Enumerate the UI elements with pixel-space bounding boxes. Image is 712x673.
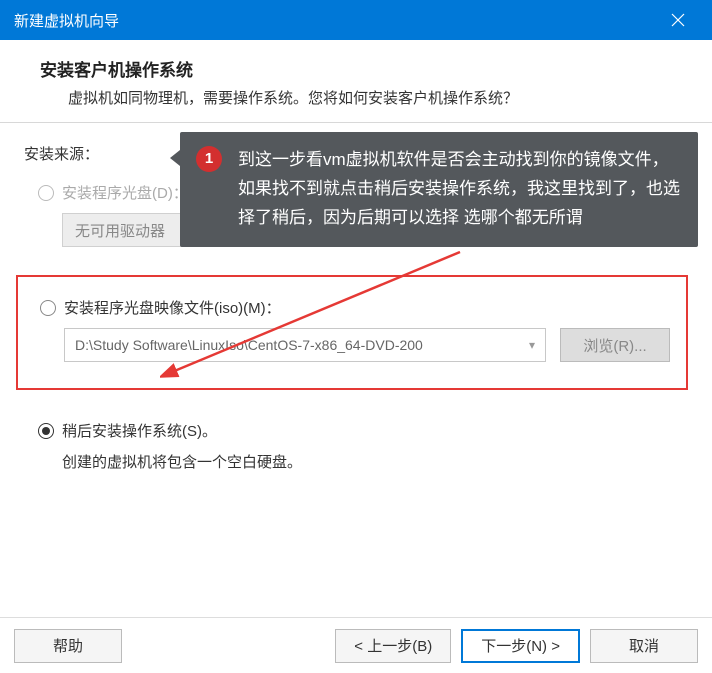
- iso-path-dropdown[interactable]: D:\Study Software\LinuxIso\CentOS-7-x86_…: [64, 328, 546, 362]
- close-button[interactable]: [658, 0, 698, 40]
- radio-later[interactable]: 稍后安装操作系统(S)。: [38, 420, 688, 441]
- radio-disc-label: 安装程序光盘(D)：: [62, 182, 188, 203]
- radio-iso-label: 安装程序光盘映像文件(iso)(M)：: [64, 297, 281, 318]
- help-button[interactable]: 帮助: [14, 629, 122, 663]
- page-title: 安装客户机操作系统: [40, 56, 672, 81]
- titlebar: 新建虚拟机向导: [0, 0, 712, 40]
- chevron-down-icon: ▾: [529, 338, 535, 352]
- iso-input-row: D:\Study Software\LinuxIso\CentOS-7-x86_…: [64, 328, 670, 362]
- browse-button[interactable]: 浏览(R)...: [560, 328, 670, 362]
- window-title: 新建虚拟机向导: [14, 10, 119, 31]
- radio-iso[interactable]: 安装程序光盘映像文件(iso)(M)：: [40, 297, 670, 318]
- cancel-button[interactable]: 取消: [590, 629, 698, 663]
- radio-icon: [38, 423, 54, 439]
- close-icon: [671, 13, 685, 27]
- radio-later-label: 稍后安装操作系统(S)。: [62, 420, 217, 441]
- radio-icon: [38, 185, 54, 201]
- option-iso-section: 安装程序光盘映像文件(iso)(M)： D:\Study Software\Li…: [40, 297, 670, 362]
- highlight-box: 安装程序光盘映像文件(iso)(M)： D:\Study Software\Li…: [16, 275, 688, 390]
- option-later-section: 稍后安装操作系统(S)。 创建的虚拟机将包含一个空白硬盘。: [38, 420, 688, 472]
- drive-dropdown-text: 无可用驱动器: [75, 220, 165, 241]
- later-description: 创建的虚拟机将包含一个空白硬盘。: [62, 451, 688, 472]
- page-subtitle: 虚拟机如同物理机，需要操作系统。您将如何安装客户机操作系统？: [40, 87, 672, 108]
- back-button[interactable]: < 上一步(B): [335, 629, 451, 663]
- wizard-header: 安装客户机操作系统 虚拟机如同物理机，需要操作系统。您将如何安装客户机操作系统？: [0, 40, 712, 123]
- annotation-callout: 1 到这一步看vm虚拟机软件是否会主动找到你的镜像文件，如果找不到就点击稍后安装…: [180, 132, 698, 247]
- callout-text: 到这一步看vm虚拟机软件是否会主动找到你的镜像文件，如果找不到就点击稍后安装操作…: [238, 150, 680, 227]
- callout-badge: 1: [196, 146, 222, 172]
- next-button[interactable]: 下一步(N) >: [461, 629, 580, 663]
- footer: 帮助 < 上一步(B) 下一步(N) > 取消: [0, 617, 712, 673]
- callout-tail-icon: [170, 150, 180, 166]
- radio-icon: [40, 300, 56, 316]
- iso-path-text: D:\Study Software\LinuxIso\CentOS-7-x86_…: [75, 337, 423, 353]
